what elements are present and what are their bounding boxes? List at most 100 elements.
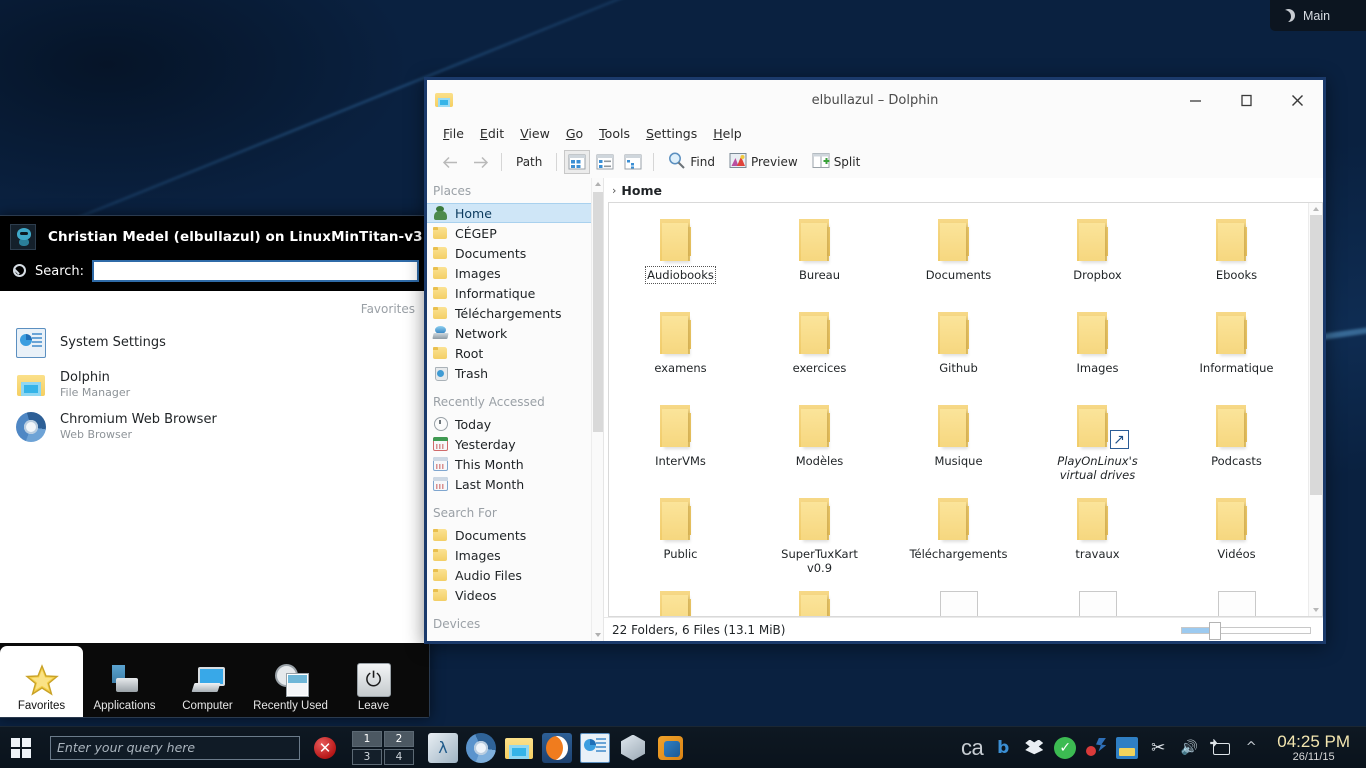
file-item[interactable]: Audiobooks: [611, 211, 750, 304]
breadcrumb[interactable]: › Home: [604, 178, 1323, 202]
menu-bar[interactable]: File Edit View Go Tools Settings Help: [427, 121, 1323, 146]
dolphin-window[interactable]: elbullazul – Dolphin File Edit View Go T…: [424, 77, 1326, 644]
kmail-icon[interactable]: [1116, 737, 1138, 759]
keys-bluetooth-icon[interactable]: [1085, 737, 1107, 759]
file-grid[interactable]: Audiobooks Bureau Documents Dropbox: [609, 203, 1308, 616]
file-item[interactable]: SuperTuxKart v0.9: [750, 490, 889, 583]
file-item[interactable]: Téléchargements: [889, 490, 1028, 583]
place-item-trash[interactable]: Trash: [427, 363, 603, 383]
update-ok-icon[interactable]: [1054, 737, 1076, 759]
find-button[interactable]: Find: [660, 151, 722, 174]
maximize-button[interactable]: [1221, 80, 1272, 120]
file-item[interactable]: Public: [611, 490, 750, 583]
bluetooth-b-icon[interactable]: [992, 737, 1014, 759]
menu-edit[interactable]: Edit: [472, 123, 512, 144]
digital-clock[interactable]: 04:25 PM 26/11/15: [1271, 732, 1362, 764]
file-item[interactable]: Documents: [889, 211, 1028, 304]
dolphin-titlebar[interactable]: elbullazul – Dolphin: [427, 80, 1323, 121]
tab-favorites[interactable]: Favorites: [0, 646, 83, 717]
close-button[interactable]: [1272, 80, 1323, 120]
scroll-up-arrow-icon[interactable]: [595, 182, 601, 186]
search-input[interactable]: [92, 260, 419, 282]
scroll-down-arrow-icon[interactable]: [1313, 608, 1319, 612]
file-item-partial[interactable]: [889, 583, 1028, 616]
system-settings-icon[interactable]: [580, 733, 610, 763]
file-item[interactable]: Images: [1028, 304, 1167, 397]
pager-desktop-4[interactable]: 4: [384, 749, 414, 765]
file-item[interactable]: Bureau: [750, 211, 889, 304]
file-item-partial[interactable]: [1028, 583, 1167, 616]
file-view-scrollbar[interactable]: [1308, 203, 1322, 616]
kig-icon[interactable]: [428, 733, 458, 763]
file-item-partial[interactable]: [611, 583, 750, 616]
system-tray[interactable]: ca 04:25 PM 26/11/15: [961, 732, 1366, 764]
file-item[interactable]: exercices: [750, 304, 889, 397]
kickoff-favorites-list[interactable]: Favorites System Settings Dolphin File M…: [0, 291, 429, 643]
pager-desktop-1[interactable]: 1: [352, 731, 382, 747]
file-item[interactable]: Musique: [889, 397, 1028, 490]
breadcrumb-current[interactable]: Home: [621, 183, 662, 198]
tab-leave[interactable]: Leave: [332, 646, 415, 717]
file-item[interactable]: Podcasts: [1167, 397, 1306, 490]
menu-file[interactable]: File: [435, 123, 472, 144]
pager-desktop-2[interactable]: 2: [384, 731, 414, 747]
chromium-icon[interactable]: [466, 733, 496, 763]
file-item-partial[interactable]: [750, 583, 889, 616]
tab-recently-used[interactable]: Recently Used: [249, 646, 332, 717]
window-controls[interactable]: [1170, 80, 1323, 120]
place-item-search-documents[interactable]: Documents: [427, 525, 603, 545]
place-item-network[interactable]: Network: [427, 323, 603, 343]
pager-desktop-3[interactable]: 3: [352, 749, 382, 765]
icons-view-icon[interactable]: [564, 150, 590, 174]
taskbar-launchers[interactable]: [428, 733, 686, 763]
file-item[interactable]: Github: [889, 304, 1028, 397]
places-panel[interactable]: Places Home CÉGEP Documents Images Infor…: [427, 178, 603, 641]
tab-computer[interactable]: Computer: [166, 646, 249, 717]
place-item-this-month[interactable]: This Month: [427, 454, 603, 474]
forward-arrow-icon[interactable]: [465, 149, 495, 175]
place-item-home[interactable]: Home: [427, 203, 603, 223]
vmware-icon[interactable]: [656, 733, 686, 763]
places-scrollbar[interactable]: [591, 178, 603, 641]
back-arrow-icon[interactable]: [435, 149, 465, 175]
launcher-item-chromium[interactable]: Chromium Web Browser Web Browser: [0, 406, 429, 448]
tool-bar[interactable]: Path Find Preview Split: [427, 146, 1323, 178]
volume-icon[interactable]: [1178, 737, 1200, 759]
menu-view[interactable]: View: [512, 123, 558, 144]
preview-button[interactable]: Preview: [722, 152, 805, 173]
place-item-cegep[interactable]: CÉGEP: [427, 223, 603, 243]
file-item[interactable]: Ebooks: [1167, 211, 1306, 304]
start-menu-button[interactable]: [0, 727, 42, 768]
compact-view-icon[interactable]: [592, 150, 618, 174]
place-item-yesterday[interactable]: Yesterday: [427, 434, 603, 454]
file-item[interactable]: examens: [611, 304, 750, 397]
kickoff-search-row[interactable]: Search:: [10, 260, 419, 282]
place-item-search-audio[interactable]: Audio Files: [427, 565, 603, 585]
launcher-item-dolphin[interactable]: Dolphin File Manager: [0, 364, 429, 406]
launcher-item-system-settings[interactable]: System Settings: [0, 322, 429, 364]
path-button[interactable]: Path: [508, 155, 550, 169]
taskbar[interactable]: Enter your query here ✕ 1 2 3 4 ca 04:25…: [0, 726, 1366, 768]
scroll-up-arrow-icon[interactable]: [1313, 207, 1319, 211]
zoom-slider[interactable]: [1181, 623, 1311, 637]
ca-input-method-icon[interactable]: ca: [961, 737, 983, 759]
kickoff-tab-bar[interactable]: Favorites Applications Computer Recently…: [0, 643, 429, 717]
place-item-documents[interactable]: Documents: [427, 243, 603, 263]
file-grid-area[interactable]: Audiobooks Bureau Documents Dropbox: [608, 202, 1323, 617]
virtual-desktop-pager[interactable]: 1 2 3 4: [352, 731, 414, 765]
chevron-up-icon[interactable]: [1240, 737, 1262, 759]
close-red-icon[interactable]: ✕: [314, 737, 336, 759]
clipboard-scissors-icon[interactable]: [1147, 737, 1169, 759]
virtualbox-icon[interactable]: [618, 733, 648, 763]
place-item-telechargements[interactable]: Téléchargements: [427, 303, 603, 323]
kickoff-application-launcher[interactable]: Christian Medel (elbullazul) on LinuxMin…: [0, 215, 430, 718]
dolphin-icon[interactable]: [504, 733, 534, 763]
file-item[interactable]: Modèles: [750, 397, 889, 490]
place-item-informatique[interactable]: Informatique: [427, 283, 603, 303]
media-player-icon[interactable]: [542, 733, 572, 763]
menu-tools[interactable]: Tools: [591, 123, 638, 144]
scrollbar-thumb[interactable]: [593, 192, 603, 432]
place-item-search-images[interactable]: Images: [427, 545, 603, 565]
file-item-partial[interactable]: [1167, 583, 1306, 616]
scrollbar-thumb[interactable]: [1310, 215, 1322, 495]
